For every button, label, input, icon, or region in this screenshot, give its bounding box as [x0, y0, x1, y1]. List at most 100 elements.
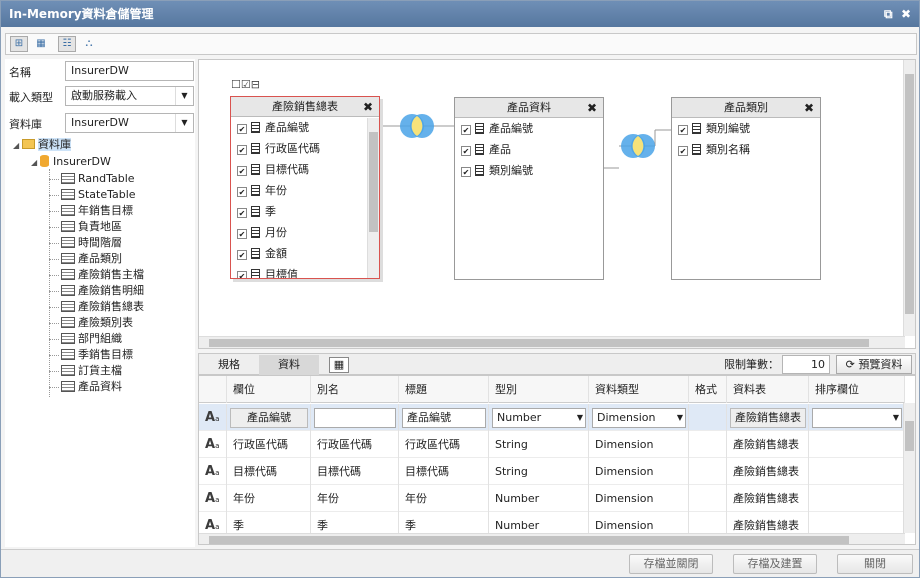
grid-cell-sort[interactable]: [809, 431, 905, 458]
table-card-header[interactable]: 產險銷售總表 ✖: [231, 97, 379, 117]
grid-cell-title[interactable]: 產品編號: [399, 404, 489, 431]
save-build-button[interactable]: 存檔及建置: [733, 554, 817, 574]
tab-data[interactable]: 資料: [259, 355, 319, 375]
grid-title-input[interactable]: 產品編號: [402, 408, 486, 428]
tree-db[interactable]: ◢ InsurerDW: [31, 154, 111, 170]
grid-dtype-select[interactable]: Dimension ▼: [592, 408, 686, 428]
table-card-header[interactable]: 產品類別 ✖: [672, 98, 820, 118]
tab-spec[interactable]: 規格: [201, 355, 257, 375]
tree-table-item[interactable]: 產險銷售總表: [49, 299, 144, 315]
hierarchy-view-icon[interactable]: ⛬: [80, 36, 98, 52]
close-icon[interactable]: ✖: [804, 98, 814, 118]
table-card-field[interactable]: ✔ 類別編號: [455, 160, 603, 181]
grid-cell-alias[interactable]: [311, 404, 399, 431]
table-row[interactable]: Aa 目標代碼 目標代碼 目標代碼 String Dimension 產險銷售總表: [199, 458, 905, 485]
diagram-vscroll[interactable]: [903, 60, 915, 336]
grid-cell-sort[interactable]: [809, 485, 905, 512]
tree-table-item[interactable]: 年銷售目標: [49, 203, 133, 219]
checkbox-checked-icon[interactable]: ✔: [237, 271, 247, 278]
close-icon[interactable]: ✖: [363, 97, 373, 117]
grid-cell-field[interactable]: 行政區代碼: [227, 431, 311, 458]
grid-cell-type[interactable]: Number: [489, 485, 589, 512]
collapse-icon[interactable]: ◢: [13, 138, 22, 154]
grid-cell-alias[interactable]: 目標代碼: [311, 458, 399, 485]
join-icon[interactable]: [620, 131, 656, 161]
grid-header-cell[interactable]: 別名: [311, 376, 399, 403]
grid-cell-table[interactable]: 產險銷售總表: [727, 485, 809, 512]
grid-alias-input[interactable]: [314, 408, 396, 428]
grid-cell-format[interactable]: [689, 404, 727, 431]
checkbox-checked-icon[interactable]: ✔: [237, 229, 247, 239]
join-icon[interactable]: [399, 111, 435, 141]
table-view-icon[interactable]: ▦: [32, 36, 50, 52]
table-row[interactable]: Aa 年份 年份 年份 Number Dimension 產險銷售總表: [199, 485, 905, 512]
preview-button[interactable]: ⟳ 預覽資料: [836, 355, 912, 374]
grid-header-cell[interactable]: 資料表: [727, 376, 809, 403]
tree-table-item[interactable]: 產險類別表: [49, 315, 133, 331]
grid-cell-type[interactable]: String: [489, 458, 589, 485]
table-row[interactable]: Aa 產品編號 產品編號 Number ▼ Dimension ▼ 產險銷售總表 ▼: [199, 404, 905, 431]
table-card-field[interactable]: ✔ 類別編號: [672, 118, 820, 139]
table-card-field[interactable]: ✔ 類別名稱: [672, 139, 820, 160]
card-scrollbar[interactable]: [367, 118, 379, 278]
table-card-field[interactable]: ✔ 產品編號: [455, 118, 603, 139]
checkbox-checked-icon[interactable]: ✔: [237, 250, 247, 260]
grid-type-select[interactable]: Number ▼: [492, 408, 586, 428]
relation-diagram[interactable]: ☐☑⊟ 產險銷售總表 ✖ ✔ 產品編號 ✔ 行政區代碼 ✔ 目標代碼 ✔ 年份 ✔ 季 ✔ 月份 ✔ 金額 ✔…: [198, 59, 916, 349]
grid-cell-sort[interactable]: [809, 458, 905, 485]
table-card-field[interactable]: ✔ 產品: [455, 139, 603, 160]
table-card-field[interactable]: ✔ 年份: [231, 180, 379, 201]
table-card[interactable]: 產品資料 ✖ ✔ 產品編號 ✔ 產品 ✔ 類別編號: [454, 97, 604, 280]
grid-header-cell[interactable]: 欄位: [227, 376, 311, 403]
grid-cell-table[interactable]: 產險銷售總表: [727, 458, 809, 485]
checkbox-checked-icon[interactable]: ✔: [237, 166, 247, 176]
scroll-thumb[interactable]: [209, 339, 869, 347]
tree-table-item[interactable]: 產品資料: [49, 379, 122, 395]
grid-cell-title[interactable]: 年份: [399, 485, 489, 512]
grid-cell-dtype[interactable]: Dimension: [589, 458, 689, 485]
scroll-thumb[interactable]: [905, 421, 914, 451]
grid-cell-alias[interactable]: 行政區代碼: [311, 431, 399, 458]
close-icon[interactable]: ✖: [901, 7, 911, 21]
scroll-thumb[interactable]: [209, 536, 849, 544]
grid-cell-field[interactable]: 目標代碼: [227, 458, 311, 485]
table-card-field[interactable]: ✔ 行政區代碼: [231, 138, 379, 159]
scroll-thumb[interactable]: [369, 132, 378, 232]
table-card-field[interactable]: ✔ 金額: [231, 243, 379, 264]
grid-cell-field[interactable]: 產品編號: [227, 404, 311, 431]
checkbox-checked-icon[interactable]: ✔: [237, 145, 247, 155]
checkbox-checked-icon[interactable]: ✔: [237, 208, 247, 218]
table-card-field[interactable]: ✔ 月份: [231, 222, 379, 243]
grid-cell-table[interactable]: 產險銷售總表: [727, 404, 809, 431]
checkbox-checked-icon[interactable]: ✔: [678, 146, 688, 156]
grid-sort-select[interactable]: ▼: [812, 408, 902, 428]
grid-cell-dtype[interactable]: Dimension: [589, 485, 689, 512]
grid-header-cell[interactable]: 標題: [399, 376, 489, 403]
table-card-field[interactable]: ✔ 目標值: [231, 264, 379, 278]
table-card[interactable]: 產品類別 ✖ ✔ 類別編號 ✔ 類別名稱: [671, 97, 821, 280]
table-card[interactable]: 產險銷售總表 ✖ ✔ 產品編號 ✔ 行政區代碼 ✔ 目標代碼 ✔ 年份 ✔ 季 ✔ 月份 ✔ 金額 ✔ 目標值: [230, 96, 380, 279]
grid-cell-title[interactable]: 行政區代碼: [399, 431, 489, 458]
load-type-select[interactable]: 啟動服務載入 ▼: [65, 86, 194, 106]
grid-cell-alias[interactable]: 年份: [311, 485, 399, 512]
save-close-button[interactable]: 存檔並關閉: [629, 554, 713, 574]
name-input[interactable]: InsurerDW: [65, 61, 194, 81]
grid-cell-format[interactable]: [689, 431, 727, 458]
tree-table-item[interactable]: 負責地區: [49, 219, 122, 235]
table-card-field[interactable]: ✔ 目標代碼: [231, 159, 379, 180]
tree-table-item[interactable]: 部門組織: [49, 331, 122, 347]
checkbox-checked-icon[interactable]: ✔: [678, 125, 688, 135]
tree-table-item[interactable]: 時間階層: [49, 235, 122, 251]
close-button[interactable]: 關閉: [837, 554, 913, 574]
grid-header-cell[interactable]: 資料類型: [589, 376, 689, 403]
grid-table-button[interactable]: 產險銷售總表: [730, 408, 806, 428]
tree-table-item[interactable]: 產險銷售主檔: [49, 267, 144, 283]
table-card-header[interactable]: 產品資料 ✖: [455, 98, 603, 118]
grid-hscroll[interactable]: [199, 533, 905, 544]
checkbox-checked-icon[interactable]: ✔: [461, 125, 471, 135]
grid-cell-type[interactable]: String: [489, 431, 589, 458]
tree-root[interactable]: ◢ 資料庫: [13, 137, 71, 153]
grid-cell-format[interactable]: [689, 458, 727, 485]
grid-icon[interactable]: ▦: [329, 357, 349, 373]
table-card-field[interactable]: ✔ 季: [231, 201, 379, 222]
